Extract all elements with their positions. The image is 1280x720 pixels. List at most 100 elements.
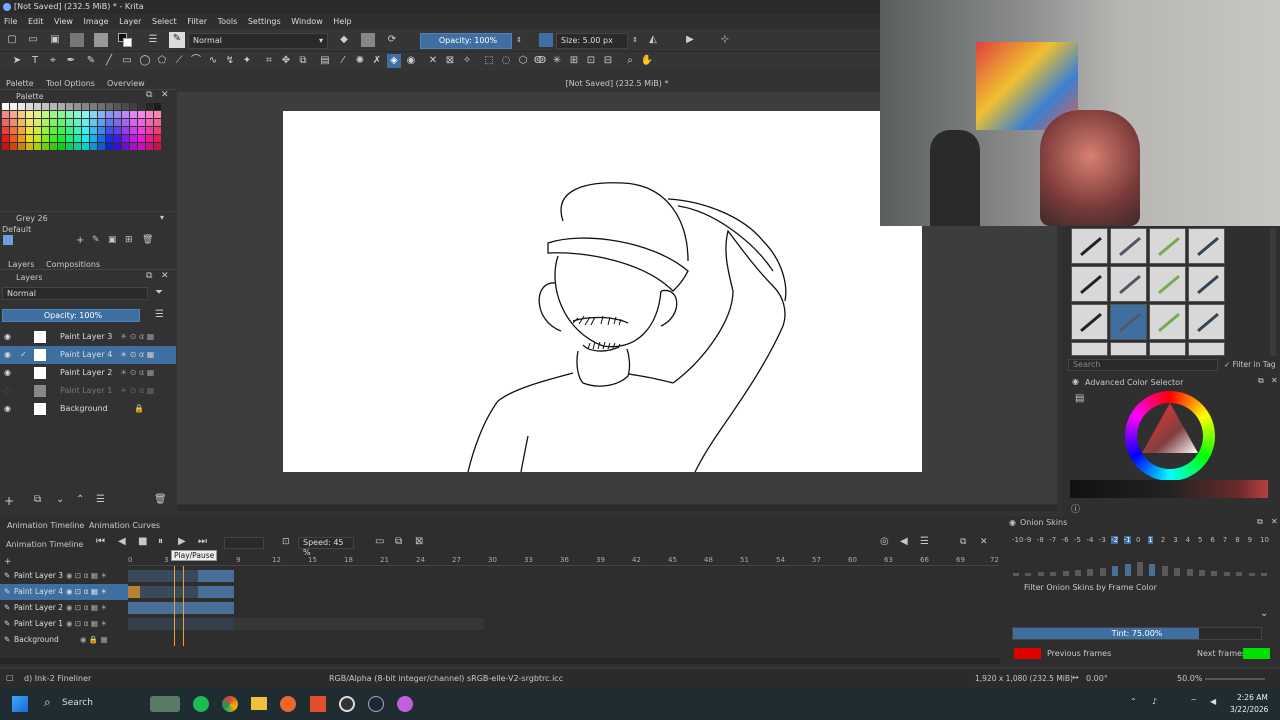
- float-icon[interactable]: ⧉: [1258, 376, 1264, 386]
- line-tool-icon[interactable]: ╱: [102, 54, 116, 68]
- palette-swatch[interactable]: [106, 135, 113, 142]
- palette-swatch[interactable]: [26, 143, 33, 150]
- palette-swatch[interactable]: [82, 103, 89, 110]
- app-icon[interactable]: [280, 696, 296, 712]
- close-icon[interactable]: ✕: [161, 90, 169, 100]
- onion-frame-number[interactable]: -1: [1123, 536, 1131, 544]
- brush-search-input[interactable]: Search: [1068, 359, 1218, 371]
- brush-preset-tile[interactable]: [1149, 342, 1186, 356]
- eye-icon[interactable]: ◉: [4, 328, 11, 346]
- move-tool-icon[interactable]: ✥: [279, 54, 293, 68]
- brush-preset-tile[interactable]: [1110, 266, 1147, 302]
- palette-swatch[interactable]: [74, 111, 81, 118]
- gradient-tool-icon[interactable]: ▤: [318, 54, 332, 68]
- palette-swatch[interactable]: [122, 127, 129, 134]
- onion-frame-number[interactable]: -3: [1099, 536, 1106, 544]
- palette-swatch[interactable]: [50, 127, 57, 134]
- palette-swatch[interactable]: [114, 135, 121, 142]
- polygon-select-icon[interactable]: ⬡: [516, 54, 530, 68]
- brush-preset-tile[interactable]: [1071, 266, 1108, 302]
- palette-swatch[interactable]: [90, 143, 97, 150]
- palette-swatch[interactable]: [66, 119, 73, 126]
- layer-row-hidden[interactable]: ◌ Paint Layer 1 ☀ ⊙ α ▦: [0, 382, 176, 400]
- onion-opacity-bar[interactable]: [1075, 570, 1081, 576]
- palette-swatch[interactable]: [114, 143, 121, 150]
- palette-swatch[interactable]: [34, 127, 41, 134]
- onion-opacity-bar[interactable]: [1013, 573, 1019, 576]
- size-slider[interactable]: Size: 5.00 px: [556, 33, 628, 49]
- onion-frame-number[interactable]: -2: [1111, 536, 1119, 544]
- palette-swatch[interactable]: [18, 127, 25, 134]
- opacity-spin-icon[interactable]: ⇕: [512, 33, 526, 47]
- timeline-layer-row[interactable]: ✎ Paint Layer 3 ◉ ⊡ α ▦ ☀: [0, 568, 128, 584]
- palette-swatch[interactable]: [42, 135, 49, 142]
- timeline-layer-row[interactable]: ✎ Background ◉ 🔒 ▦: [0, 632, 128, 648]
- size-spin-icon[interactable]: ⇕: [628, 33, 642, 47]
- add-layer-icon[interactable]: +: [4, 557, 12, 567]
- tab-tool-options[interactable]: Tool Options: [46, 79, 95, 88]
- palette-swatch[interactable]: [18, 103, 25, 110]
- duplicate-layer-icon[interactable]: ⧉: [34, 494, 41, 505]
- onion-frame-number[interactable]: 3: [1173, 536, 1177, 544]
- onion-opacity-bar[interactable]: [1161, 566, 1168, 576]
- crop-tool-icon[interactable]: ⌗: [262, 54, 276, 68]
- palette-swatch[interactable]: [82, 119, 89, 126]
- brush-preset-tile[interactable]: [1188, 304, 1225, 340]
- palette-swatch[interactable]: [130, 111, 137, 118]
- menu-tools[interactable]: Tools: [214, 14, 242, 29]
- canvas-scrollbar[interactable]: [177, 505, 1057, 511]
- fps-icon[interactable]: ⊡: [282, 537, 290, 547]
- palette-swatch[interactable]: [122, 143, 129, 150]
- chrome-icon[interactable]: [222, 696, 238, 712]
- grid-icon[interactable]: ⊞: [125, 235, 133, 245]
- palette-swatch[interactable]: [42, 119, 49, 126]
- palette-swatch[interactable]: [146, 127, 153, 134]
- clock-time[interactable]: 2:26 AM: [1237, 693, 1268, 702]
- widget-icon[interactable]: [150, 696, 180, 712]
- brush-preset-tile[interactable]: [1188, 342, 1225, 356]
- zoom-slider[interactable]: [1205, 678, 1265, 680]
- multibrush-icon[interactable]: ✦: [240, 54, 254, 68]
- gradient-icon[interactable]: [70, 33, 84, 47]
- smart-patch-icon[interactable]: ✗: [370, 54, 384, 68]
- palette-swatch[interactable]: [50, 143, 57, 150]
- palette-swatch[interactable]: [146, 119, 153, 126]
- brush-preset-tile[interactable]: [1071, 228, 1108, 264]
- taskbar-search[interactable]: Search: [62, 698, 93, 708]
- palette-swatch[interactable]: [66, 127, 73, 134]
- timeline-menu-icon[interactable]: ☰: [920, 536, 929, 547]
- palette-swatch[interactable]: [74, 135, 81, 142]
- palette-swatch[interactable]: [18, 135, 25, 142]
- folder-icon[interactable]: [251, 697, 267, 710]
- palette-swatch[interactable]: [130, 143, 137, 150]
- palette-swatch[interactable]: [138, 111, 145, 118]
- brave-icon[interactable]: [310, 696, 326, 712]
- last-frame-icon[interactable]: ⏭: [198, 536, 207, 547]
- onion-opacity-bar[interactable]: [1236, 572, 1243, 576]
- magnetic-select-icon[interactable]: ⊟: [601, 54, 615, 68]
- palette-swatch[interactable]: [90, 103, 97, 110]
- transform-tool-icon[interactable]: ⧉: [296, 54, 310, 68]
- zoom-value[interactable]: 50.0%: [1177, 674, 1202, 683]
- palette-swatch[interactable]: [122, 103, 129, 110]
- float-icon[interactable]: ⧉: [1257, 517, 1263, 527]
- palette-swatch[interactable]: [10, 103, 17, 110]
- onion-frame-number[interactable]: 8: [1235, 536, 1239, 544]
- preserve-alpha-icon[interactable]: [361, 33, 375, 47]
- palette-swatch[interactable]: [138, 127, 145, 134]
- brush-scrollbar[interactable]: [1270, 228, 1276, 356]
- palette-swatch[interactable]: [130, 135, 137, 142]
- onion-opacity-bar[interactable]: [1149, 564, 1156, 576]
- palette-swatch[interactable]: [130, 127, 137, 134]
- reload-preset-icon[interactable]: ⟳: [385, 33, 399, 47]
- onion-opacity-bar[interactable]: [1186, 569, 1193, 576]
- speed-slider[interactable]: Speed: 45 %: [298, 537, 354, 557]
- next-frames-color[interactable]: [1243, 648, 1270, 659]
- prev-frame-icon[interactable]: ◀: [118, 536, 126, 547]
- layer-blend-mode-select[interactable]: Normal: [2, 287, 148, 300]
- palette-swatch[interactable]: [122, 111, 129, 118]
- polyline-tool-icon[interactable]: ⟋: [172, 54, 186, 68]
- palette-swatch[interactable]: [106, 143, 113, 150]
- menu-icon[interactable]: ☰: [155, 309, 164, 320]
- onion-frame-number[interactable]: -10: [1012, 536, 1023, 544]
